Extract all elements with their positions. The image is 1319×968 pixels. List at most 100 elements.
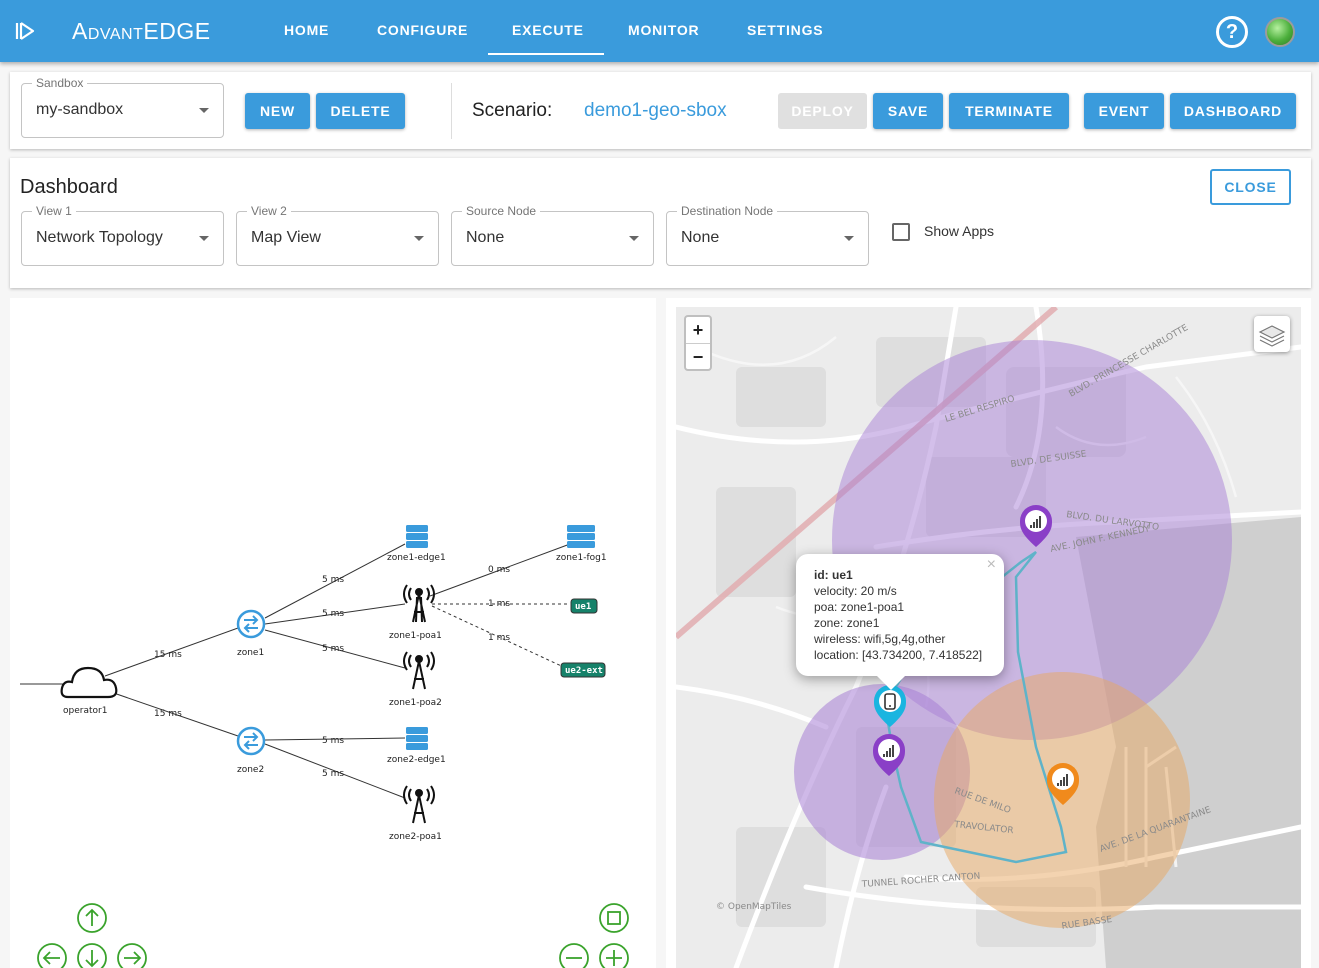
node-label: ue2-ext [565, 666, 603, 676]
ue-info-popup: × id: ue1 velocity: 20 m/s poa: zone1-po… [796, 554, 1004, 676]
dashboard-title: Dashboard [20, 176, 118, 198]
source-node-label: Source Node [462, 204, 541, 218]
node-label: zone2-edge1 [387, 755, 446, 765]
view2-select[interactable]: View 2 Map View [236, 204, 439, 266]
latency-label: 15 ms [154, 709, 182, 719]
status-indicator-icon [1265, 17, 1295, 47]
latency-label: 1 ms [488, 633, 510, 643]
ue1-node[interactable]: ue1 [570, 598, 598, 614]
chevron-down-icon [199, 236, 209, 241]
server-icon [406, 727, 428, 750]
latency-label: 0 ms [488, 565, 510, 575]
top-app-bar: AdvantEDGE HOME CONFIGURE EXECUTE MONITO… [0, 0, 1319, 62]
close-dashboard-button[interactable]: CLOSE [1210, 169, 1291, 205]
source-node-value: None [466, 229, 505, 246]
map-view-panel: LE BEL RESPIRO BLVD. PRINCESSE CHARLOTTE… [666, 298, 1311, 968]
antenna-tower-icon [403, 785, 435, 824]
nav-monitor[interactable]: MONITOR [628, 22, 699, 38]
destination-node-label: Destination Node [677, 204, 778, 218]
chevron-down-icon [844, 236, 854, 241]
chevron-down-icon [629, 236, 639, 241]
layers-icon [1258, 325, 1286, 347]
latency-label: 1 ms [488, 599, 510, 609]
node-label: zone2-poa1 [389, 832, 442, 842]
pan-down-icon[interactable] [77, 943, 107, 968]
help-icon[interactable]: ? [1216, 16, 1248, 48]
layers-button[interactable] [1254, 316, 1290, 352]
view2-select-label: View 2 [247, 204, 291, 218]
network-topology-graph[interactable]: 15 ms 15 ms 5 ms 5 ms 5 ms 0 ms 1 ms 1 m… [10, 298, 656, 968]
view2-select-value: Map View [251, 229, 321, 246]
node-label: zone2 [237, 765, 264, 775]
zone2-edge1-node[interactable]: zone2-edge1 [387, 727, 446, 765]
dashboard-button[interactable]: DASHBOARD [1170, 93, 1296, 129]
popup-id: id: ue1 [814, 568, 853, 582]
view1-select[interactable]: View 1 Network Topology [21, 204, 224, 266]
map-zoom-out-button[interactable]: − [686, 343, 710, 369]
delete-sandbox-button[interactable]: DELETE [316, 93, 405, 129]
source-node-select[interactable]: Source Node None [451, 204, 654, 266]
destination-node-select[interactable]: Destination Node None [666, 204, 869, 266]
node-label: zone1-poa2 [389, 698, 442, 708]
sandbox-select-label: Sandbox [32, 76, 88, 90]
map-canvas[interactable]: LE BEL RESPIRO BLVD. PRINCESSE CHARLOTTE… [676, 307, 1301, 968]
terminate-button[interactable]: TERMINATE [949, 93, 1069, 129]
zone1-fog1-node[interactable]: zone1-fog1 [556, 525, 607, 563]
pan-left-icon[interactable] [37, 943, 67, 968]
zoom-in-icon[interactable] [599, 943, 629, 968]
map-zoom-in-button[interactable]: + [686, 317, 710, 343]
server-icon [567, 525, 595, 548]
scenario-label: Scenario: [472, 100, 553, 121]
zone1-node[interactable]: zone1 [236, 609, 266, 658]
fit-view-icon[interactable] [599, 903, 629, 933]
popup-zone: zone: zone1 [814, 616, 880, 630]
dashboard-card: Dashboard CLOSE View 1 Network Topology … [10, 158, 1311, 288]
node-label: zone1 [237, 648, 264, 658]
deploy-button[interactable]: DEPLOY [778, 93, 867, 129]
ue2-ext-node[interactable]: ue2-ext [560, 662, 606, 678]
pan-right-icon[interactable] [117, 943, 147, 968]
save-button[interactable]: SAVE [873, 93, 943, 129]
popup-wireless: wireless: wifi,5g,4g,other [814, 632, 946, 646]
cloud-icon [60, 666, 118, 699]
antenna-tower-icon [403, 651, 435, 690]
brand-title: AdvantEDGE [72, 18, 211, 44]
view1-select-value: Network Topology [36, 229, 163, 246]
attribution-label: © OpenMapTiles [716, 902, 792, 912]
zone2-node[interactable]: zone2 [236, 726, 266, 775]
latency-label: 5 ms [322, 609, 344, 619]
popup-close-icon[interactable]: × [987, 557, 996, 573]
zone1-poa2-node[interactable]: zone1-poa2 [389, 651, 442, 708]
node-label: ue1 [575, 602, 591, 612]
node-label: zone1-edge1 [387, 553, 446, 563]
map-zoom-control: + − [684, 315, 712, 371]
network-topology-panel: 15 ms 15 ms 5 ms 5 ms 5 ms 0 ms 1 ms 1 m… [10, 298, 656, 968]
show-apps-checkbox[interactable] [892, 223, 910, 241]
node-label: zone1-poa1 [389, 631, 442, 641]
view1-select-label: View 1 [32, 204, 76, 218]
switch-icon [236, 609, 266, 639]
latency-label: 15 ms [154, 650, 182, 660]
nav-home[interactable]: HOME [284, 22, 329, 38]
advantedge-logo-icon[interactable] [14, 20, 38, 42]
nav-settings[interactable]: SETTINGS [747, 22, 823, 38]
popup-velocity: velocity: 20 m/s [814, 584, 897, 598]
nav-configure[interactable]: CONFIGURE [377, 22, 468, 38]
zone1-edge1-node[interactable]: zone1-edge1 [387, 525, 446, 563]
sandbox-select-value: my-sandbox [36, 101, 124, 118]
node-label: operator1 [63, 706, 107, 716]
pan-up-icon[interactable] [77, 903, 107, 933]
active-tab-indicator [488, 53, 604, 55]
popup-location: location: [43.734200, 7.418522] [814, 648, 983, 662]
zone1-poa1-node[interactable]: zone1-poa1 [389, 584, 442, 641]
server-icon [406, 525, 428, 548]
zoom-out-icon[interactable] [559, 943, 589, 968]
event-button[interactable]: EVENT [1084, 93, 1164, 129]
nav-execute[interactable]: EXECUTE [512, 22, 584, 38]
switch-icon [236, 726, 266, 756]
show-apps-label: Show Apps [924, 223, 995, 239]
popup-poa: poa: zone1-poa1 [814, 600, 905, 614]
execute-toolbar-card: Sandbox my-sandbox NEW DELETE Scenario: … [10, 72, 1311, 149]
sandbox-select[interactable]: Sandbox my-sandbox [21, 76, 224, 138]
new-sandbox-button[interactable]: NEW [245, 93, 310, 129]
